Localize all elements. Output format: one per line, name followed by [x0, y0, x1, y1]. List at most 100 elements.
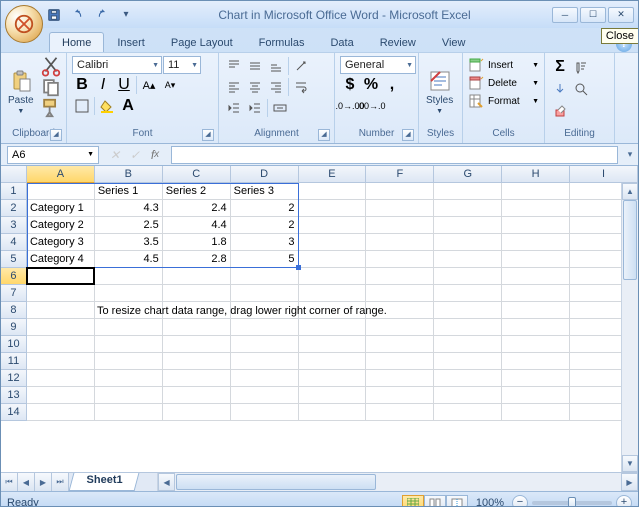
cell[interactable] — [502, 319, 570, 336]
delete-cells-button[interactable]: Delete▼ — [468, 75, 539, 91]
cell[interactable] — [502, 200, 570, 217]
cell[interactable] — [163, 285, 231, 302]
cell[interactable] — [434, 251, 502, 268]
zoom-in-button[interactable]: + — [616, 495, 632, 507]
cell[interactable] — [366, 285, 434, 302]
cell[interactable] — [434, 200, 502, 217]
page-layout-view-icon[interactable] — [424, 495, 446, 507]
row-header-14[interactable]: 14 — [1, 404, 27, 421]
tab-page-layout[interactable]: Page Layout — [158, 32, 246, 52]
cell[interactable] — [163, 268, 231, 285]
paste-button[interactable]: Paste ▼ — [4, 55, 38, 128]
fx-icon[interactable]: fx — [145, 146, 165, 164]
cell[interactable] — [502, 268, 570, 285]
cell[interactable]: 4.4 — [163, 217, 231, 234]
decrease-indent-icon[interactable] — [224, 98, 244, 118]
zoom-out-button[interactable]: − — [512, 495, 528, 507]
cell[interactable] — [366, 353, 434, 370]
horizontal-scrollbar[interactable]: ◀ ▶ — [157, 473, 638, 491]
tab-data[interactable]: Data — [317, 32, 366, 52]
copy-icon[interactable] — [40, 77, 62, 97]
cell[interactable]: 2 — [231, 217, 299, 234]
align-center-icon[interactable] — [245, 77, 265, 97]
cell[interactable] — [434, 268, 502, 285]
format-cells-button[interactable]: Format▼ — [468, 93, 539, 109]
cell[interactable] — [502, 302, 570, 319]
cell[interactable] — [299, 251, 367, 268]
select-all-corner[interactable] — [1, 166, 27, 183]
zoom-slider[interactable] — [532, 501, 612, 505]
cell[interactable] — [95, 285, 163, 302]
cell[interactable] — [27, 404, 95, 421]
cell[interactable] — [163, 319, 231, 336]
col-header-d[interactable]: D — [231, 166, 299, 183]
cell[interactable] — [231, 353, 299, 370]
cell[interactable]: 3 — [231, 234, 299, 251]
percent-format-icon[interactable]: % — [361, 75, 381, 95]
align-right-icon[interactable] — [266, 77, 286, 97]
wrap-text-icon[interactable] — [291, 77, 311, 97]
sheet-tab-1[interactable]: Sheet1 — [69, 473, 140, 491]
row-header-4[interactable]: 4 — [1, 234, 27, 251]
cell[interactable] — [502, 217, 570, 234]
cell[interactable] — [27, 302, 95, 319]
cell[interactable] — [502, 387, 570, 404]
increase-indent-icon[interactable] — [245, 98, 265, 118]
tab-home[interactable]: Home — [49, 32, 104, 52]
cell[interactable] — [434, 336, 502, 353]
cell[interactable] — [231, 370, 299, 387]
font-name-combo[interactable]: Calibri▼ — [72, 56, 162, 74]
cell[interactable] — [502, 353, 570, 370]
cell[interactable] — [27, 387, 95, 404]
cell[interactable] — [163, 387, 231, 404]
cell[interactable] — [163, 370, 231, 387]
cell[interactable] — [95, 336, 163, 353]
cell[interactable] — [27, 370, 95, 387]
clear-icon[interactable] — [550, 101, 570, 121]
redo-icon[interactable] — [91, 5, 113, 25]
worksheet-grid[interactable]: A B C D E F G H I 1Series 1Series 2Serie… — [1, 166, 638, 472]
zoom-percent[interactable]: 100% — [476, 497, 504, 507]
save-icon[interactable] — [43, 5, 65, 25]
cell[interactable] — [502, 251, 570, 268]
formula-input[interactable] — [171, 146, 618, 164]
cell[interactable]: 4.5 — [95, 251, 163, 268]
styles-button[interactable]: Styles ▼ — [422, 55, 457, 128]
col-header-b[interactable]: B — [95, 166, 163, 183]
cell[interactable] — [366, 183, 434, 200]
fill-color-icon[interactable] — [97, 96, 117, 116]
office-button[interactable] — [5, 5, 43, 43]
cell[interactable]: 1.8 — [163, 234, 231, 251]
cell[interactable] — [299, 387, 367, 404]
cell[interactable] — [434, 404, 502, 421]
cell[interactable] — [366, 268, 434, 285]
row-header-8[interactable]: 8 — [1, 302, 27, 319]
tab-scroll-first-icon[interactable]: ⏮ — [1, 473, 18, 491]
font-launcher-icon[interactable]: ◢ — [202, 129, 214, 141]
col-header-e[interactable]: E — [299, 166, 367, 183]
cell[interactable] — [299, 285, 367, 302]
row-header-7[interactable]: 7 — [1, 285, 27, 302]
cell[interactable] — [27, 336, 95, 353]
accounting-format-icon[interactable]: $ — [340, 75, 360, 95]
cell[interactable] — [502, 234, 570, 251]
col-header-g[interactable]: G — [434, 166, 502, 183]
cancel-formula-icon[interactable]: ✕ — [105, 146, 125, 164]
cell[interactable]: Series 3 — [231, 183, 299, 200]
tab-insert[interactable]: Insert — [104, 32, 158, 52]
cell[interactable]: 3.5 — [95, 234, 163, 251]
col-header-h[interactable]: H — [502, 166, 570, 183]
alignment-launcher-icon[interactable]: ◢ — [318, 129, 330, 141]
cell[interactable] — [366, 200, 434, 217]
cell[interactable] — [299, 234, 367, 251]
font-color-icon[interactable]: A — [118, 96, 138, 116]
cell[interactable] — [434, 319, 502, 336]
cell[interactable] — [231, 387, 299, 404]
number-format-combo[interactable]: General▼ — [340, 56, 416, 74]
cell[interactable] — [299, 268, 367, 285]
cell[interactable] — [299, 336, 367, 353]
enter-formula-icon[interactable]: ✓ — [125, 146, 145, 164]
page-break-view-icon[interactable] — [446, 495, 468, 507]
cell[interactable] — [434, 234, 502, 251]
border-icon[interactable] — [72, 96, 92, 116]
